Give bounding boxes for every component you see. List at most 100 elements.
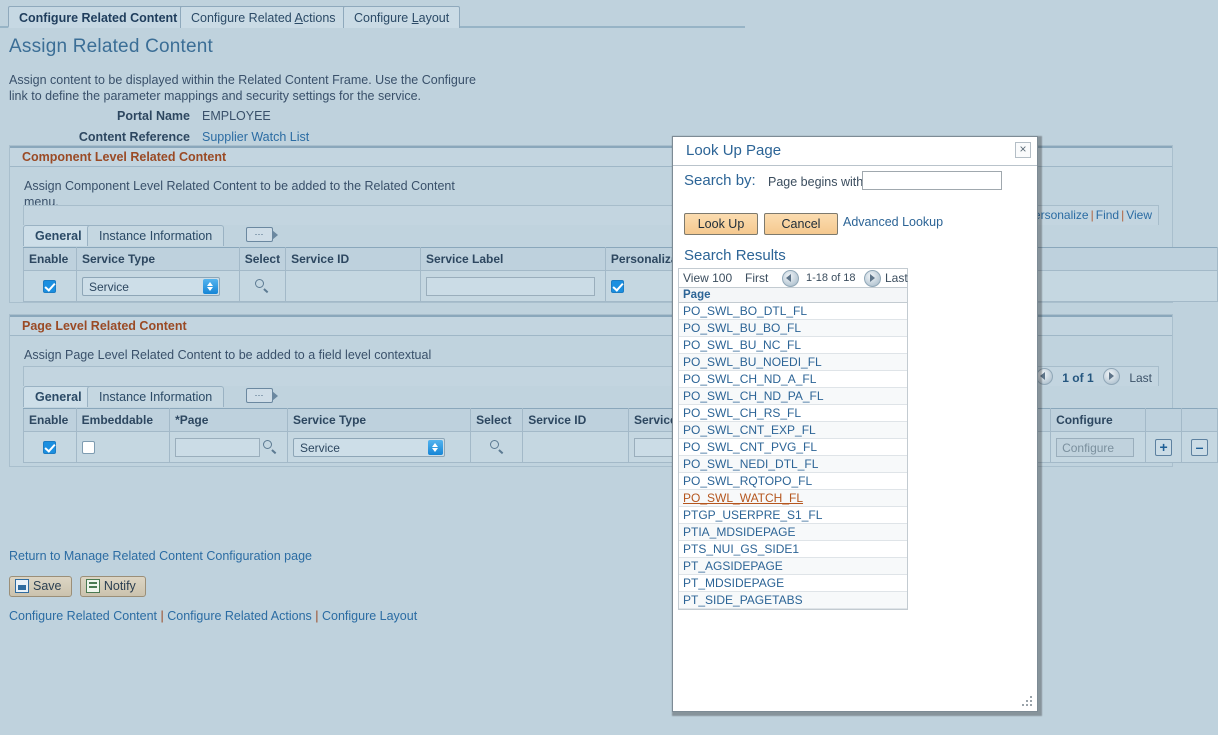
result-page-link[interactable]: PO_SWL_CNT_EXP_FL	[683, 423, 816, 437]
result-page-link[interactable]: PO_SWL_BU_NC_FL	[683, 338, 801, 352]
result-page-link[interactable]: PTS_NUI_GS_SIDE1	[683, 542, 799, 556]
enable-checkbox[interactable]	[43, 280, 57, 294]
magnifier-icon[interactable]	[489, 439, 505, 455]
result-row[interactable]: PTGP_USERPRE_S1_FL	[679, 507, 907, 524]
cell-enable	[23, 431, 77, 463]
tab-label: Configure Related Actions	[191, 11, 336, 25]
result-page-link[interactable]: PT_AGSIDEPAGE	[683, 559, 783, 573]
next-page-icon[interactable]	[1102, 368, 1120, 385]
page-magnifier-icon[interactable]	[262, 439, 278, 455]
search-criteria-input[interactable]	[862, 171, 1002, 190]
advanced-lookup-link[interactable]: Advanced Lookup	[843, 215, 943, 229]
result-page-link[interactable]: PTGP_USERPRE_S1_FL	[683, 508, 822, 522]
result-page-link[interactable]: PT_MDSIDEPAGE	[683, 576, 784, 590]
result-page-link[interactable]: PO_SWL_BO_DTL_FL	[683, 304, 807, 318]
result-row[interactable]: PT_SIDE_PAGETABS	[679, 592, 907, 609]
result-page-link[interactable]: PO_SWL_CNT_PVG_FL	[683, 440, 817, 454]
subtab-instance-information[interactable]: Instance Information	[87, 225, 225, 246]
result-row[interactable]: PO_SWL_CNT_PVG_FL	[679, 439, 907, 456]
cancel-button[interactable]: Cancel	[764, 213, 838, 235]
last-page-link[interactable]: Last	[1123, 371, 1152, 385]
grid-expand-icon[interactable]: ⋯	[246, 227, 278, 242]
save-button[interactable]: Save	[9, 576, 72, 597]
subtab-general[interactable]: General	[23, 225, 94, 246]
tab-label: Configure Layout	[354, 11, 450, 25]
result-row[interactable]: PO_SWL_CH_ND_A_FL	[679, 371, 907, 388]
result-page-link[interactable]: PTIA_MDSIDEPAGE	[683, 525, 795, 539]
search-results-heading: Search Results	[684, 247, 786, 264]
service-type-select[interactable]: Service	[292, 437, 445, 457]
close-icon[interactable]: ×	[1015, 142, 1031, 158]
result-page-link[interactable]: PO_SWL_CH_RS_FL	[683, 406, 801, 420]
result-row[interactable]: PO_SWL_BU_NOEDI_FL	[679, 354, 907, 371]
notify-icon	[85, 579, 100, 593]
cell-embeddable	[75, 431, 171, 463]
find-link[interactable]: Find	[1096, 208, 1119, 222]
result-page-link[interactable]: PO_SWL_BU_NOEDI_FL	[683, 355, 822, 369]
results-range: 1-18 of 18	[806, 272, 856, 284]
footer-link-configure-layout[interactable]: Configure Layout	[322, 609, 417, 623]
footer-links: Configure Related Content | Configure Re…	[9, 609, 417, 623]
return-to-manage-link[interactable]: Return to Manage Related Content Configu…	[9, 549, 312, 563]
grid-expand-icon[interactable]: ⋯	[246, 388, 278, 403]
service-type-select[interactable]: Service	[81, 276, 220, 296]
result-row[interactable]: PT_MDSIDEPAGE	[679, 575, 907, 592]
configure-button[interactable]: Configure	[1056, 437, 1135, 457]
result-row[interactable]: PT_AGSIDEPAGE	[679, 558, 907, 575]
tab-configure-layout[interactable]: Configure Layout	[343, 6, 461, 28]
notify-button[interactable]: Notify	[79, 576, 146, 597]
cell-page	[169, 431, 288, 463]
result-row[interactable]: PO_SWL_BU_NC_FL	[679, 337, 907, 354]
modal-header: Look Up Page ×	[673, 137, 1037, 166]
view-link[interactable]: View	[1126, 208, 1152, 222]
result-row[interactable]: PO_SWL_CH_RS_FL	[679, 405, 907, 422]
resize-grip-icon[interactable]	[1022, 696, 1033, 707]
tab-configure-related-content[interactable]: Configure Related Content	[8, 6, 189, 28]
result-page-link[interactable]: PO_SWL_CH_ND_PA_FL	[683, 389, 824, 403]
subtab-instance-information[interactable]: Instance Information	[87, 386, 225, 407]
subtab-general[interactable]: General	[23, 386, 94, 407]
magnifier-icon[interactable]	[254, 278, 270, 294]
modal-title: Look Up Page	[686, 142, 782, 159]
result-row[interactable]: PO_SWL_BO_DTL_FL	[679, 303, 907, 320]
save-label: Save	[33, 579, 62, 593]
first-page-link[interactable]: First	[745, 271, 768, 285]
last-page-link[interactable]: Last	[885, 271, 908, 285]
next-page-icon[interactable]	[864, 270, 881, 287]
results-list: PO_SWL_BO_DTL_FL PO_SWL_BU_BO_FL PO_SWL_BU…	[678, 303, 908, 610]
tab-configure-related-actions[interactable]: Configure Related Actions	[180, 6, 347, 28]
col-add	[1145, 408, 1183, 432]
result-page-link[interactable]: PT_SIDE_PAGETABS	[683, 593, 803, 607]
result-page-link[interactable]: PO_SWL_RQTOPO_FL	[683, 474, 812, 488]
view-count-link[interactable]: View 100	[683, 271, 732, 285]
service-label-input[interactable]	[425, 276, 595, 296]
results-pager: View 100 First 1-18 of 18 Last	[678, 268, 908, 287]
result-row[interactable]: PO_SWL_RQTOPO_FL	[679, 473, 907, 490]
add-row-button[interactable]: +	[1155, 438, 1173, 456]
result-row[interactable]: PO_SWL_WATCH_FL	[679, 490, 907, 507]
result-page-link[interactable]: PO_SWL_NEDI_DTL_FL	[683, 457, 818, 471]
cell-delete-row: –	[1181, 431, 1218, 463]
prev-page-icon[interactable]	[782, 270, 799, 287]
result-page-link[interactable]: PO_SWL_BU_BO_FL	[683, 321, 801, 335]
result-row[interactable]: PO_SWL_BU_BO_FL	[679, 320, 907, 337]
result-row[interactable]: PTIA_MDSIDEPAGE	[679, 524, 907, 541]
result-row[interactable]: PO_SWL_CNT_EXP_FL	[679, 422, 907, 439]
result-row[interactable]: PO_SWL_CH_ND_PA_FL	[679, 388, 907, 405]
result-row[interactable]: PO_SWL_NEDI_DTL_FL	[679, 456, 907, 473]
embeddable-checkbox[interactable]	[81, 441, 95, 455]
page-grid-pager: 1 of 1 Last	[1035, 368, 1152, 385]
look-up-button[interactable]: Look Up	[684, 213, 758, 235]
result-page-link[interactable]: PO_SWL_CH_ND_A_FL	[683, 372, 816, 386]
footer-link-configure-related-content[interactable]: Configure Related Content	[9, 609, 157, 623]
personalization-flag-checkbox[interactable]	[610, 280, 624, 294]
subtab-label: General	[35, 390, 82, 404]
page-input[interactable]	[175, 437, 261, 457]
delete-row-button[interactable]: –	[1191, 438, 1209, 456]
enable-checkbox[interactable]	[43, 441, 57, 455]
content-reference-link[interactable]: Supplier Watch List	[190, 130, 309, 145]
cell-service-label	[419, 270, 606, 302]
result-page-link[interactable]: PO_SWL_WATCH_FL	[683, 491, 803, 505]
footer-link-configure-related-actions[interactable]: Configure Related Actions	[167, 609, 312, 623]
result-row[interactable]: PTS_NUI_GS_SIDE1	[679, 541, 907, 558]
